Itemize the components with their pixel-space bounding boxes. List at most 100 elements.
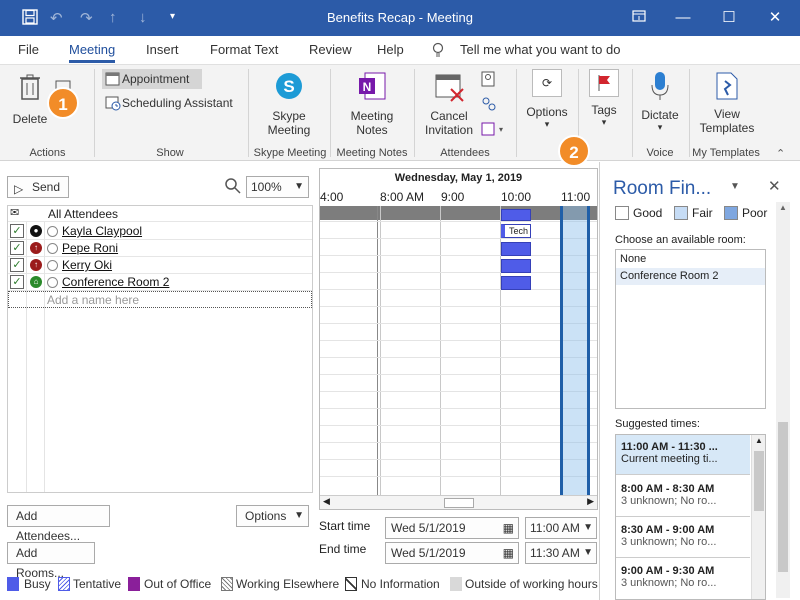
separator (632, 69, 633, 157)
ribbon-display-icon[interactable] (624, 6, 654, 30)
tab-insert[interactable]: Insert (146, 42, 179, 57)
attendee-name[interactable]: Kayla Claypool (62, 224, 142, 238)
scroll-thumb[interactable] (754, 451, 764, 511)
organizer-icon: ● (30, 225, 42, 237)
response-options-icon[interactable]: ▾ (481, 121, 505, 140)
time-slot[interactable]: 8:00 AM - 8:30 AM 3 unknown; No ro... (616, 477, 750, 517)
zoom-icon[interactable] (224, 177, 242, 198)
options-button[interactable]: ⟳ Options ▾ (522, 69, 572, 130)
room-option[interactable]: None (616, 251, 765, 268)
group-skype-meeting: Skype Meeting (253, 147, 327, 159)
delete-button[interactable]: Delete (10, 73, 50, 126)
zoom-select[interactable]: 100% ▼ (246, 176, 309, 198)
attendee-row[interactable]: ✓ ↑ Pepe Roni (8, 240, 312, 257)
scroll-left-icon[interactable]: ◀ (323, 496, 330, 507)
time-slot[interactable]: 9:00 AM - 9:30 AM 3 unknown; No ro... (616, 559, 750, 599)
scheduling-assistant-button[interactable]: Scheduling Assistant (102, 93, 242, 113)
room-option[interactable]: Conference Room 2 (616, 268, 765, 285)
tentative-block[interactable]: Tech (501, 224, 531, 238)
zoom-value: 100% (251, 180, 282, 194)
time-slot[interactable]: 8:30 AM - 9:00 AM 3 unknown; No ro... (616, 518, 750, 558)
attendee-checkbox[interactable]: ✓ (10, 241, 24, 255)
time-label: 10:00 (501, 190, 532, 204)
attendee-checkbox[interactable]: ✓ (10, 224, 24, 238)
group-attendees: Attendees (440, 147, 490, 159)
end-date-field[interactable]: Wed 5/1/2019 ▦ (385, 542, 519, 564)
refresh-icon: ⟳ (532, 69, 562, 97)
tab-review[interactable]: Review (309, 42, 352, 57)
tab-help[interactable]: Help (377, 42, 404, 57)
minimize-icon[interactable]: — (668, 6, 698, 30)
collapse-ribbon-icon[interactable]: ⌃ (776, 147, 785, 160)
availability-legend: Busy Tentative Out of Office Working Els… (0, 573, 600, 597)
good-swatch (615, 206, 629, 220)
meeting-time-selection[interactable] (560, 206, 590, 496)
time-slot[interactable]: 11:00 AM - 11:30 ... Current meeting ti.… (616, 435, 750, 475)
tab-file[interactable]: File (18, 42, 39, 57)
dictate-button[interactable]: Dictate ▾ (638, 71, 682, 133)
svg-text:N: N (363, 80, 372, 94)
send-button[interactable]: ▷ Send (7, 176, 69, 198)
add-name-input[interactable]: Add a name here (47, 293, 139, 307)
options-dropdown[interactable]: Options ▼ (236, 505, 309, 527)
templates-label-2: Templates (699, 121, 755, 135)
tags-button[interactable]: Tags ▾ (584, 69, 624, 128)
busy-block[interactable] (501, 209, 531, 221)
pane-scrollbar[interactable]: ▲ (776, 202, 790, 598)
attendee-checkbox[interactable]: ✓ (10, 275, 24, 289)
group-show: Show (156, 147, 184, 159)
meeting-notes-button[interactable]: N Meeting Notes (344, 71, 400, 137)
attendee-name[interactable]: Kerry Oki (62, 258, 112, 272)
scroll-right-icon[interactable]: ▶ (587, 496, 594, 507)
attendee-row[interactable]: ✓ ⌂ Conference Room 2 (8, 274, 312, 291)
appointment-button[interactable]: Appointment (102, 69, 202, 89)
maximize-icon[interactable]: ☐ (714, 6, 744, 30)
calendar-picker-icon[interactable]: ▦ (503, 543, 514, 563)
horizontal-scrollbar[interactable]: ◀ ▶ (320, 495, 597, 509)
attendee-name[interactable]: Pepe Roni (62, 241, 118, 255)
column-divider (26, 222, 27, 492)
legend-label: No Information (361, 577, 440, 591)
tags-label: Tags (591, 103, 617, 117)
cancel-calendar-icon (420, 71, 478, 106)
scroll-thumb[interactable] (778, 422, 788, 572)
time-label: 11:00 (561, 190, 591, 204)
attendee-row[interactable]: ✓ ● Kayla Claypool (8, 223, 312, 240)
row-line (320, 255, 597, 256)
tab-meeting[interactable]: Meeting (69, 42, 116, 63)
tell-me-search[interactable]: Tell me what you want to do (460, 42, 620, 57)
scroll-up-icon[interactable]: ▲ (779, 203, 787, 212)
skype-meeting-button[interactable]: S Skype Meeting (260, 71, 318, 137)
address-book-icon[interactable] (481, 71, 495, 90)
add-name-row[interactable]: Add a name here (8, 291, 312, 308)
calendar-picker-icon[interactable]: ▦ (503, 518, 514, 538)
attendees-column-header: All Attendees (48, 207, 119, 221)
start-time-select[interactable]: 11:00 AM ▼ (525, 517, 597, 539)
scroll-up-icon[interactable]: ▲ (755, 436, 763, 445)
attendee-name[interactable]: Conference Room 2 (62, 275, 169, 289)
busy-block[interactable] (501, 276, 531, 290)
view-templates-button[interactable]: View Templates (694, 71, 760, 135)
pane-options-icon[interactable]: ▼ (730, 181, 740, 192)
busy-block[interactable] (501, 259, 531, 273)
attendee-row[interactable]: ✓ ↑ Kerry Oki (8, 257, 312, 274)
resource-icon: ⌂ (30, 276, 42, 288)
end-time-value: 11:30 AM (530, 546, 580, 560)
separator (94, 69, 95, 157)
check-names-icon[interactable] (481, 96, 497, 115)
attendee-checkbox[interactable]: ✓ (10, 258, 24, 272)
scroll-thumb[interactable] (444, 498, 474, 508)
add-attendees-button[interactable]: Add Attendees... (7, 505, 110, 543)
schedule-grid[interactable]: Wednesday, May 1, 2019 4:00 8:00 AM 9:00… (319, 168, 598, 510)
end-time-select[interactable]: 11:30 AM ▼ (525, 542, 597, 564)
list-scrollbar[interactable]: ▲ (751, 435, 765, 599)
add-rooms-button[interactable]: Add Rooms... (7, 542, 95, 580)
schedule-date: Wednesday, May 1, 2019 (394, 172, 523, 184)
close-pane-icon[interactable]: ✕ (768, 177, 781, 195)
cancel-invitation-button[interactable]: Cancel Invitation (420, 71, 478, 137)
close-icon[interactable]: ✕ (760, 6, 790, 30)
start-date-field[interactable]: Wed 5/1/2019 ▦ (385, 517, 519, 539)
send-label: Send (32, 180, 61, 194)
tab-format-text[interactable]: Format Text (210, 42, 278, 57)
busy-block[interactable] (501, 242, 531, 256)
